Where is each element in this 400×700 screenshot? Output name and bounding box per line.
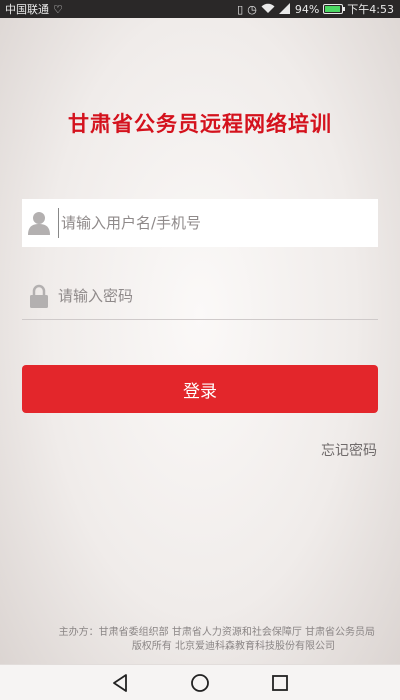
footer: 主办方：甘肃省委组织部 甘肃省人力资源和社会保障厅 甘肃省公务员局 版权所有 北… bbox=[0, 626, 400, 654]
carrier-label: 中国联通 bbox=[5, 3, 49, 16]
lock-icon bbox=[24, 281, 54, 311]
status-bar: 中国联通 ♡ ▯ ◷ 94% 下午4:53 bbox=[0, 0, 400, 18]
forgot-password-link[interactable]: 忘记密码 bbox=[321, 440, 377, 460]
footer-organizers: 主办方：甘肃省委组织部 甘肃省人力资源和社会保障厅 甘肃省公务员局 bbox=[58, 627, 375, 638]
battery-fill bbox=[325, 6, 341, 12]
footer-copyright: 版权所有 北京爱迪科森教育科技股份有限公司 bbox=[131, 641, 335, 652]
username-field[interactable] bbox=[22, 199, 378, 247]
wifi-icon bbox=[261, 3, 275, 16]
heart-monitor-icon: ♡ bbox=[53, 2, 63, 16]
back-icon[interactable] bbox=[108, 671, 132, 695]
vibrate-icon: ▯ bbox=[237, 2, 244, 16]
status-left: 中国联通 ♡ bbox=[5, 1, 63, 17]
clock: 下午4:53 bbox=[347, 3, 394, 16]
password-field[interactable] bbox=[22, 272, 378, 320]
navigation-bar bbox=[0, 664, 400, 700]
app-title: 甘肃省公务员远程网络培训 bbox=[68, 112, 332, 136]
password-input[interactable] bbox=[58, 280, 358, 311]
battery-percent: 94% bbox=[294, 2, 320, 16]
battery-icon bbox=[323, 4, 346, 14]
home-icon[interactable] bbox=[188, 671, 212, 695]
username-input[interactable] bbox=[58, 208, 358, 238]
recents-icon[interactable] bbox=[268, 671, 292, 695]
status-right: ▯ ◷ 94% 下午4:53 bbox=[237, 1, 394, 17]
login-button[interactable]: 登录 bbox=[22, 365, 378, 413]
user-icon bbox=[24, 208, 54, 238]
signal-icon bbox=[278, 2, 291, 16]
alarm-icon: ◷ bbox=[247, 2, 257, 16]
